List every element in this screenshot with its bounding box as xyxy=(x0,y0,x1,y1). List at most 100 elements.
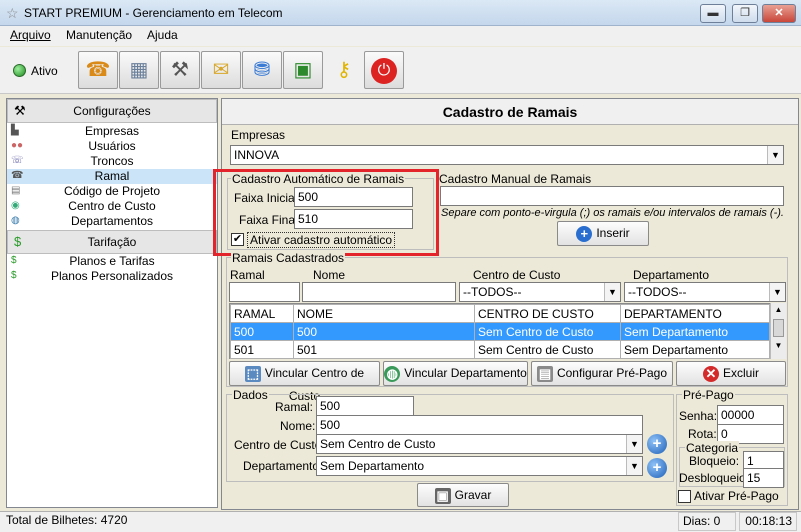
column-header-ramal[interactable]: RAMAL xyxy=(230,304,294,323)
add-depto-button[interactable]: + xyxy=(647,458,667,478)
power-icon[interactable]: ⏻ xyxy=(364,51,404,89)
sidebar-item-departamentos[interactable]: ◍ Departamentos xyxy=(7,214,217,229)
cell-centro: Sem Centro de Custo xyxy=(474,340,621,359)
phone-icon[interactable]: ☎ xyxy=(78,51,118,89)
ramais-list-title: Ramais Cadastrados xyxy=(231,251,346,265)
column-header-centro[interactable]: CENTRO DE CUSTO xyxy=(474,304,621,323)
ramais-grid: RAMAL NOME CENTRO DE CUSTO DEPARTAMENTO … xyxy=(229,303,770,359)
app-icon: ☆ xyxy=(6,5,19,21)
save-icon: ▣ xyxy=(434,487,451,504)
link-department-icon: ◍ xyxy=(384,365,401,382)
categoria-title: Categoria xyxy=(685,441,740,455)
dados-depto-select[interactable]: Sem Departamento ▼ xyxy=(316,456,643,476)
ativar-prepago-label[interactable]: Ativar Pré-Pago xyxy=(694,489,779,503)
sidebar-item-centro-custo[interactable]: ◉ Centro de Custo xyxy=(7,199,217,214)
dados-centro-label: Centro de Custo: xyxy=(234,438,325,452)
configurar-prepago-button[interactable]: ▤ Configurar Pré-Pago xyxy=(531,361,673,386)
filter-ramal-input[interactable] xyxy=(229,282,300,302)
network-icon[interactable]: ⛃ xyxy=(242,51,282,89)
chevron-down-icon: ▼ xyxy=(769,283,785,301)
ativar-prepago-checkbox[interactable] xyxy=(678,490,691,503)
page-title: Cadastro de Ramais xyxy=(222,99,798,125)
dados-ramal-label: Ramal: xyxy=(275,400,314,414)
sidebar-item-planos-personalizados[interactable]: $ Planos Personalizados xyxy=(7,269,217,284)
cell-depto: Sem Departamento xyxy=(620,322,770,341)
maximize-button[interactable]: ❐ xyxy=(732,4,758,23)
server-icon[interactable]: ▦ xyxy=(119,51,159,89)
sidebar-item-troncos[interactable]: ☏ Troncos xyxy=(7,154,217,169)
computer-icon[interactable]: ▣ xyxy=(283,51,323,89)
mail-icon[interactable]: ✉ xyxy=(201,51,241,89)
excluir-button[interactable]: ✕ Excluir xyxy=(676,361,786,386)
tools-icon: ⚒ xyxy=(14,103,26,118)
elapsed-time: 00:18:13 xyxy=(739,512,797,531)
dias-counter: Dias: 0 xyxy=(678,512,736,531)
filter-ramal-label: Ramal xyxy=(230,268,265,282)
sidebar-item-empresas[interactable]: ▙ Empresas xyxy=(7,124,217,139)
cell-depto: Sem Departamento xyxy=(620,340,770,359)
filter-centro-select[interactable]: --TODOS-- ▼ xyxy=(459,282,621,302)
cell-ramal: 500 xyxy=(230,322,294,341)
menu-arquivo[interactable]: Arquivo xyxy=(10,28,51,42)
dados-depto-label: Departamento: xyxy=(243,459,323,473)
table-row[interactable]: 500 500 Sem Centro de Custo Sem Departam… xyxy=(230,322,770,341)
column-header-nome[interactable]: NOME xyxy=(293,304,475,323)
rota-label: Rota: xyxy=(688,427,717,441)
sidebar-item-planos-tarifas[interactable]: $ Planos e Tarifas xyxy=(7,254,217,269)
total-bilhetes: Total de Bilhetes: 4720 xyxy=(6,513,128,527)
desbloqueio-input[interactable]: 15 xyxy=(743,468,784,488)
senha-label: Senha: xyxy=(679,409,718,423)
manual-ramais-input[interactable] xyxy=(440,186,784,206)
add-centro-button[interactable]: + xyxy=(647,434,667,454)
close-button[interactable]: ✕ xyxy=(762,4,796,23)
filter-nome-input[interactable] xyxy=(302,282,456,302)
cell-centro: Sem Centro de Custo xyxy=(474,322,621,341)
configure-icon: ▤ xyxy=(536,365,553,382)
vincular-depto-button[interactable]: ◍ Vincular Departamento xyxy=(383,361,528,386)
sidebar-item-codigo-projeto[interactable]: ▤ Código de Projeto xyxy=(7,184,217,199)
empresas-select[interactable]: INNOVA ▼ xyxy=(230,145,784,165)
window-title: START PREMIUM - Gerenciamento em Telecom xyxy=(24,6,283,20)
filter-centro-label: Centro de Custo xyxy=(473,268,561,282)
inserir-button[interactable]: + Inserir xyxy=(557,221,649,246)
tarif-header[interactable]: $ Tarifação xyxy=(7,230,217,254)
menu-manutencao[interactable]: Manutenção xyxy=(66,28,132,42)
column-header-depto[interactable]: DEPARTAMENTO xyxy=(620,304,770,323)
manual-hint: Separe com ponto-e-virgula (;) os ramais… xyxy=(441,207,784,219)
status-indicator-icon xyxy=(13,64,26,77)
dados-nome-input[interactable]: 500 xyxy=(316,415,643,435)
key-icon[interactable]: ⚷ xyxy=(324,51,364,89)
manual-register-title: Cadastro Manual de Ramais xyxy=(439,172,592,186)
dados-title: Dados xyxy=(232,388,269,402)
gravar-button[interactable]: ▣ Gravar xyxy=(417,483,509,507)
chevron-down-icon: ▼ xyxy=(767,146,783,164)
minimize-button[interactable]: ▬ xyxy=(700,4,726,23)
chevron-down-icon: ▼ xyxy=(604,283,620,301)
delete-icon: ✕ xyxy=(702,365,719,382)
bloqueio-label: Bloqueio: xyxy=(689,454,740,468)
tools-icon[interactable]: ⚒ xyxy=(160,51,200,89)
grid-scrollbar[interactable]: ▲ ▼ xyxy=(770,303,786,359)
cell-nome: 501 xyxy=(293,340,475,359)
senha-input[interactable]: 00000 xyxy=(717,405,784,425)
filter-depto-select[interactable]: --TODOS-- ▼ xyxy=(624,282,786,302)
empresas-label: Empresas xyxy=(231,128,286,142)
filter-nome-label: Nome xyxy=(313,268,346,282)
cell-ramal: 501 xyxy=(230,340,294,359)
grid-header-row: RAMAL NOME CENTRO DE CUSTO DEPARTAMENTO xyxy=(230,304,770,323)
dados-nome-label: Nome: xyxy=(280,419,316,433)
tarif-header-label: Tarifação xyxy=(87,235,137,249)
link-cost-center-icon: ⬚ xyxy=(244,365,261,382)
vincular-centro-button[interactable]: ⬚ Vincular Centro de Custo xyxy=(229,361,380,403)
dados-ramal-input[interactable]: 500 xyxy=(316,396,414,416)
filter-depto-label: Departamento xyxy=(633,268,710,282)
menu-ajuda[interactable]: Ajuda xyxy=(147,28,178,42)
sidebar-item-usuarios[interactable]: ●● Usuários xyxy=(7,139,217,154)
dados-centro-select[interactable]: Sem Centro de Custo ▼ xyxy=(316,434,643,454)
cell-nome: 500 xyxy=(293,322,475,341)
config-header[interactable]: ⚒ Configurações xyxy=(7,99,217,123)
sidebar-item-ramal[interactable]: ☎ Ramal xyxy=(7,169,217,184)
table-row[interactable]: 501 501 Sem Centro de Custo Sem Departam… xyxy=(230,340,770,359)
config-header-label: Configurações xyxy=(73,104,151,118)
plus-icon: + xyxy=(576,225,593,242)
